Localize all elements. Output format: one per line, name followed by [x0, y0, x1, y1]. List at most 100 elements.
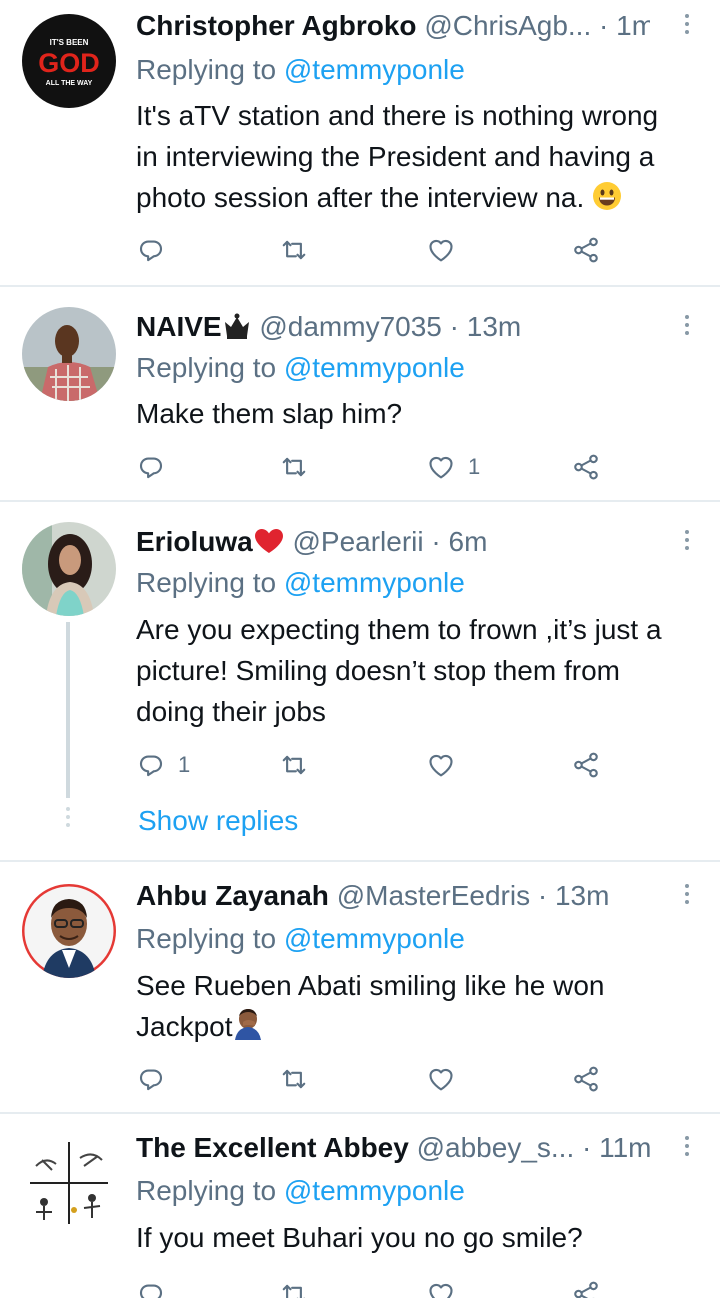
replying-to-label: Replying to [136, 352, 277, 383]
more-icon[interactable] [682, 880, 692, 908]
like-icon [426, 452, 456, 482]
like-button[interactable] [426, 230, 468, 270]
like-button[interactable] [426, 1059, 468, 1099]
display-name[interactable]: Christopher Agbroko [136, 10, 417, 41]
reply-button[interactable] [136, 1274, 178, 1298]
more-icon[interactable] [682, 311, 692, 339]
like-button[interactable] [426, 745, 468, 785]
share-button[interactable] [571, 230, 601, 270]
avatar[interactable]: IT'S BEEN GOD ALL THE WAY [22, 14, 116, 108]
retweet-icon [279, 235, 309, 265]
tweet[interactable]: The Excellent Abbey @abbey_s... · 11m Re… [0, 1114, 720, 1298]
mention-link[interactable]: @temmyponle [284, 923, 465, 954]
tweet-text-line: Make them slap him? [136, 398, 403, 429]
reply-button[interactable] [136, 1059, 178, 1099]
timestamp: · 1m [599, 10, 650, 41]
share-button[interactable] [571, 1059, 601, 1099]
tweet-header: Erioluwa @Pearlerii · 6m [136, 522, 650, 562]
show-replies-link[interactable]: Show replies [138, 801, 298, 841]
reply-icon [136, 750, 166, 780]
replying-to-label: Replying to [136, 923, 277, 954]
like-button[interactable]: 1 [426, 447, 480, 487]
reply-icon [136, 1279, 166, 1298]
user-handle[interactable]: @Pearlerii [292, 526, 423, 557]
like-count: 1 [468, 454, 481, 479]
reply-button[interactable]: 1 [136, 745, 190, 785]
reply-icon [136, 1064, 166, 1094]
retweet-button[interactable] [279, 230, 321, 270]
display-name[interactable]: The Excellent Abbey [136, 1132, 409, 1163]
tweet-header: The Excellent Abbey @abbey_s... · 11m [136, 1128, 650, 1168]
user-handle[interactable]: @ChrisAgb... [424, 10, 591, 41]
tweet-actions: 1 [136, 447, 616, 487]
tweet-text: Are you expecting them to frown ,it’s ju… [136, 609, 696, 732]
display-name[interactable]: Ahbu Zayanah [136, 880, 329, 911]
tweet-header: Christopher Agbroko @ChrisAgb... · 1m [136, 6, 650, 46]
tweet-text-line: photo session after the interview na. [136, 182, 585, 213]
tweet-text-line: It's aTV station and there is nothing wr… [136, 100, 659, 131]
reply-button[interactable] [136, 230, 178, 270]
replying-to: Replying to @temmyponle [136, 563, 465, 603]
replying-to-label: Replying to [136, 1175, 277, 1206]
tweet[interactable]: Ahbu Zayanah @MasterEedris · 13m Replyin… [0, 862, 720, 1112]
tweet-text-line: doing their jobs [136, 696, 326, 727]
share-icon [571, 1064, 601, 1094]
reply-button[interactable] [136, 447, 178, 487]
timestamp: · 13m [449, 311, 522, 342]
retweet-button[interactable] [279, 447, 321, 487]
replying-to: Replying to @temmyponle [136, 348, 465, 388]
avatar[interactable] [22, 522, 116, 616]
mention-link[interactable]: @temmyponle [284, 1175, 465, 1206]
tweet[interactable]: IT'S BEEN GOD ALL THE WAY Christopher Ag… [0, 0, 720, 285]
thread-dots [66, 807, 70, 831]
tweet[interactable]: NAIVE @dammy7035 · 13m Replying to @temm… [0, 287, 720, 500]
share-icon [571, 452, 601, 482]
display-name[interactable]: Erioluwa [136, 526, 253, 557]
more-icon[interactable] [682, 526, 692, 554]
avatar[interactable] [22, 307, 116, 401]
avatar-text-mid: GOD [38, 48, 100, 78]
share-button[interactable] [571, 745, 601, 785]
avatar[interactable] [22, 1136, 116, 1230]
user-handle[interactable]: @MasterEedris [337, 880, 530, 911]
share-button[interactable] [571, 447, 601, 487]
crown-icon [224, 313, 249, 339]
more-icon[interactable] [682, 10, 692, 38]
retweet-button[interactable] [279, 745, 321, 785]
more-icon[interactable] [682, 1132, 692, 1160]
tweet-actions [136, 1059, 616, 1099]
user-handle[interactable]: @dammy7035 [259, 311, 442, 342]
retweet-button[interactable] [279, 1059, 321, 1099]
share-button[interactable] [571, 1274, 601, 1298]
display-name[interactable]: NAIVE [136, 311, 222, 342]
retweet-button[interactable] [279, 1274, 321, 1298]
tweet[interactable]: Erioluwa @Pearlerii · 6m Replying to @te… [0, 502, 720, 860]
like-icon [426, 1064, 456, 1094]
avatar[interactable] [22, 884, 116, 978]
reply-icon [136, 452, 166, 482]
mention-link[interactable]: @temmyponle [284, 567, 465, 598]
tweet-actions [136, 1274, 616, 1298]
mention-link[interactable]: @temmyponle [284, 352, 465, 383]
tweet-header: NAIVE @dammy7035 · 13m [136, 307, 650, 347]
replying-to: Replying to @temmyponle [136, 919, 465, 959]
retweet-icon [279, 750, 309, 780]
avatar-text-bottom: ALL THE WAY [46, 80, 93, 87]
tweet-actions [136, 230, 616, 270]
tweet-text-line: in interviewing the President and having… [136, 141, 655, 172]
share-icon [571, 1279, 601, 1298]
tweet-text-line: See Rueben Abati smiling like he won [136, 970, 605, 1001]
tweet-text: It's aTV station and there is nothing wr… [136, 95, 696, 218]
reply-count: 1 [178, 752, 191, 777]
tweet-text: See Rueben Abati smiling like he won Jac… [136, 965, 696, 1047]
timestamp: · 13m [537, 880, 610, 911]
reply-icon [136, 235, 166, 265]
like-button[interactable] [426, 1274, 468, 1298]
user-handle[interactable]: @abbey_s... [417, 1132, 575, 1163]
share-icon [571, 235, 601, 265]
share-icon [571, 750, 601, 780]
red-heart-icon [254, 529, 283, 553]
like-icon [426, 750, 456, 780]
mention-link[interactable]: @temmyponle [284, 54, 465, 85]
replying-to-label: Replying to [136, 567, 277, 598]
